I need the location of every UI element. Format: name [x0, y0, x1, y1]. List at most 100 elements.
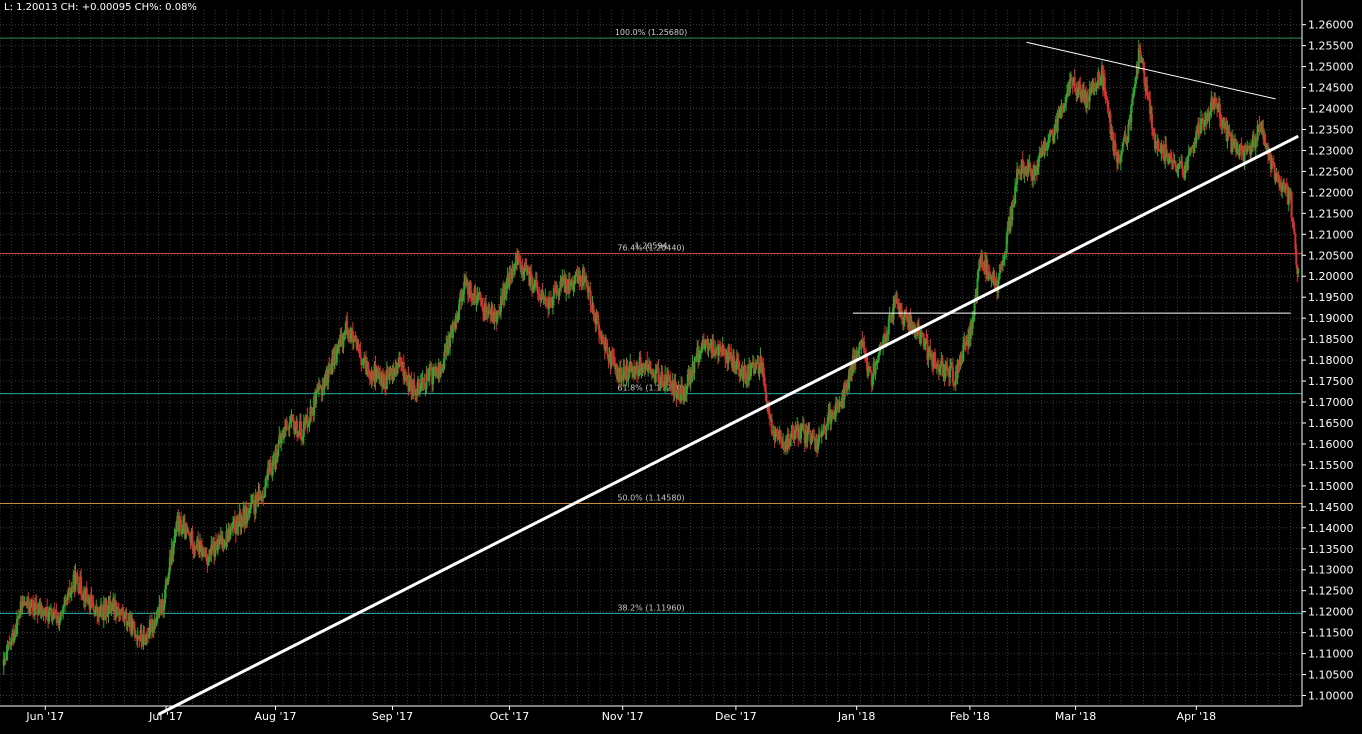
candle-body	[1243, 150, 1246, 162]
y-tick-label: 1.23000	[1308, 144, 1354, 157]
y-tick-label: 1.13500	[1308, 543, 1354, 556]
x-tick-label: Feb '18	[950, 710, 990, 723]
y-tick-label: 1.24000	[1308, 103, 1354, 116]
candle-body	[1201, 118, 1204, 124]
y-tick-label: 1.10500	[1308, 669, 1354, 682]
chart-container[interactable]: 100.0% (1.25680) 76.4% (1.20440) 61.8% (1.…	[0, 0, 1362, 730]
fib-level-label: 38.2% (1.11960)	[617, 603, 684, 612]
candle-body	[27, 596, 30, 608]
fib-level-label: 50.0% (1.14580)	[617, 493, 684, 502]
candle-body	[1098, 71, 1101, 82]
y-tick-label: 1.12000	[1308, 606, 1354, 619]
candle-body	[288, 423, 291, 429]
candle-body	[359, 350, 362, 358]
candle-body	[789, 438, 792, 446]
candle-body	[249, 502, 252, 509]
candle-body	[1127, 124, 1130, 142]
y-tick-label: 1.25000	[1308, 61, 1354, 74]
y-tick-label: 1.13000	[1308, 564, 1354, 577]
candle-body	[92, 602, 95, 611]
candle-body	[1073, 77, 1076, 88]
y-tick-label: 1.25500	[1308, 40, 1354, 53]
y-tick-label: 1.18000	[1308, 354, 1354, 367]
price-chart[interactable]: 100.0% (1.25680)76.4% (1.20440)61.8% (1.…	[0, 0, 1362, 730]
y-tick-label: 1.26000	[1308, 19, 1354, 32]
y-tick-label: 1.17000	[1308, 396, 1354, 409]
y-tick-label: 1.17500	[1308, 375, 1354, 388]
candle-body	[802, 424, 805, 433]
x-tick-label: Dec '17	[715, 710, 757, 723]
y-tick-label: 1.21500	[1308, 207, 1354, 220]
fib-level-label: 100.0% (1.25680)	[615, 28, 687, 37]
candle-body	[869, 369, 872, 373]
candle-body	[693, 361, 696, 373]
x-tick-label: Jul '17	[148, 710, 183, 723]
candle-body	[1086, 95, 1089, 101]
y-tick-label: 1.19500	[1308, 291, 1354, 304]
candle-body	[277, 443, 280, 457]
candle-body	[1150, 113, 1153, 129]
candle-body	[951, 366, 954, 383]
candle-body	[1095, 87, 1098, 92]
candle-body	[606, 347, 609, 356]
candle-body	[939, 365, 942, 368]
y-tick-label: 1.10000	[1308, 690, 1354, 703]
candle-body	[1070, 78, 1073, 82]
candle-body	[742, 374, 745, 380]
candle-body	[1182, 168, 1185, 178]
y-tick-label: 1.11000	[1308, 648, 1354, 661]
candle-body	[15, 619, 18, 635]
candle-body	[482, 306, 485, 312]
candle-body	[589, 290, 592, 305]
x-tick-label: Apr '18	[1177, 710, 1217, 723]
y-tick-label: 1.22500	[1308, 165, 1354, 178]
x-tick-label: Oct '17	[490, 710, 530, 723]
candle-body	[887, 318, 890, 335]
y-tick-label: 1.24500	[1308, 82, 1354, 95]
candle-body	[976, 278, 979, 298]
x-tick-label: Mar '18	[1055, 710, 1096, 723]
y-tick-label: 1.20000	[1308, 270, 1354, 283]
y-tick-label: 1.19000	[1308, 312, 1354, 325]
y-tick-label: 1.14500	[1308, 501, 1354, 514]
candle-body	[1137, 48, 1140, 70]
candle-body	[874, 363, 877, 374]
candle-body	[1297, 268, 1300, 274]
candle-body	[1208, 115, 1211, 120]
candle-body	[642, 363, 645, 367]
y-tick-label: 1.16000	[1308, 438, 1354, 451]
price-marker-label: 1.20594	[634, 241, 667, 250]
price-info-readout: L: 1.20013 CH: +0.00095 CH%: 0.08%	[4, 2, 197, 13]
candle-body	[1295, 248, 1298, 265]
y-tick-label: 1.20500	[1308, 249, 1354, 262]
candle-body	[1068, 79, 1071, 93]
x-tick-label: Jun '17	[25, 710, 64, 723]
x-tick-label: Aug '17	[254, 710, 296, 723]
x-tick-label: Nov '17	[602, 710, 644, 723]
y-tick-label: 1.18500	[1308, 333, 1354, 346]
y-tick-label: 1.14000	[1308, 522, 1354, 535]
x-tick-label: Sep '17	[372, 710, 413, 723]
y-tick-label: 1.11500	[1308, 627, 1354, 640]
candle-body	[285, 420, 288, 428]
candle-body	[140, 630, 143, 641]
candle-body	[1013, 204, 1016, 208]
y-tick-label: 1.16500	[1308, 417, 1354, 430]
y-tick-label: 1.23500	[1308, 123, 1354, 136]
y-tick-label: 1.22000	[1308, 186, 1354, 199]
y-tick-label: 1.12500	[1308, 585, 1354, 598]
candle-body	[32, 599, 35, 612]
candle-body	[712, 339, 715, 356]
y-tick-label: 1.15000	[1308, 480, 1354, 493]
y-tick-label: 1.21000	[1308, 228, 1354, 241]
candle-body	[1029, 163, 1032, 169]
plot-background	[0, 0, 1362, 730]
candle-body	[474, 287, 477, 303]
y-tick-label: 1.15500	[1308, 459, 1354, 472]
candle-body	[233, 519, 236, 533]
candle-body	[1030, 168, 1033, 177]
candle-body	[131, 620, 134, 635]
x-tick-label: Jan '18	[837, 710, 875, 723]
candle-body	[783, 442, 786, 447]
candle-body	[1290, 192, 1293, 219]
